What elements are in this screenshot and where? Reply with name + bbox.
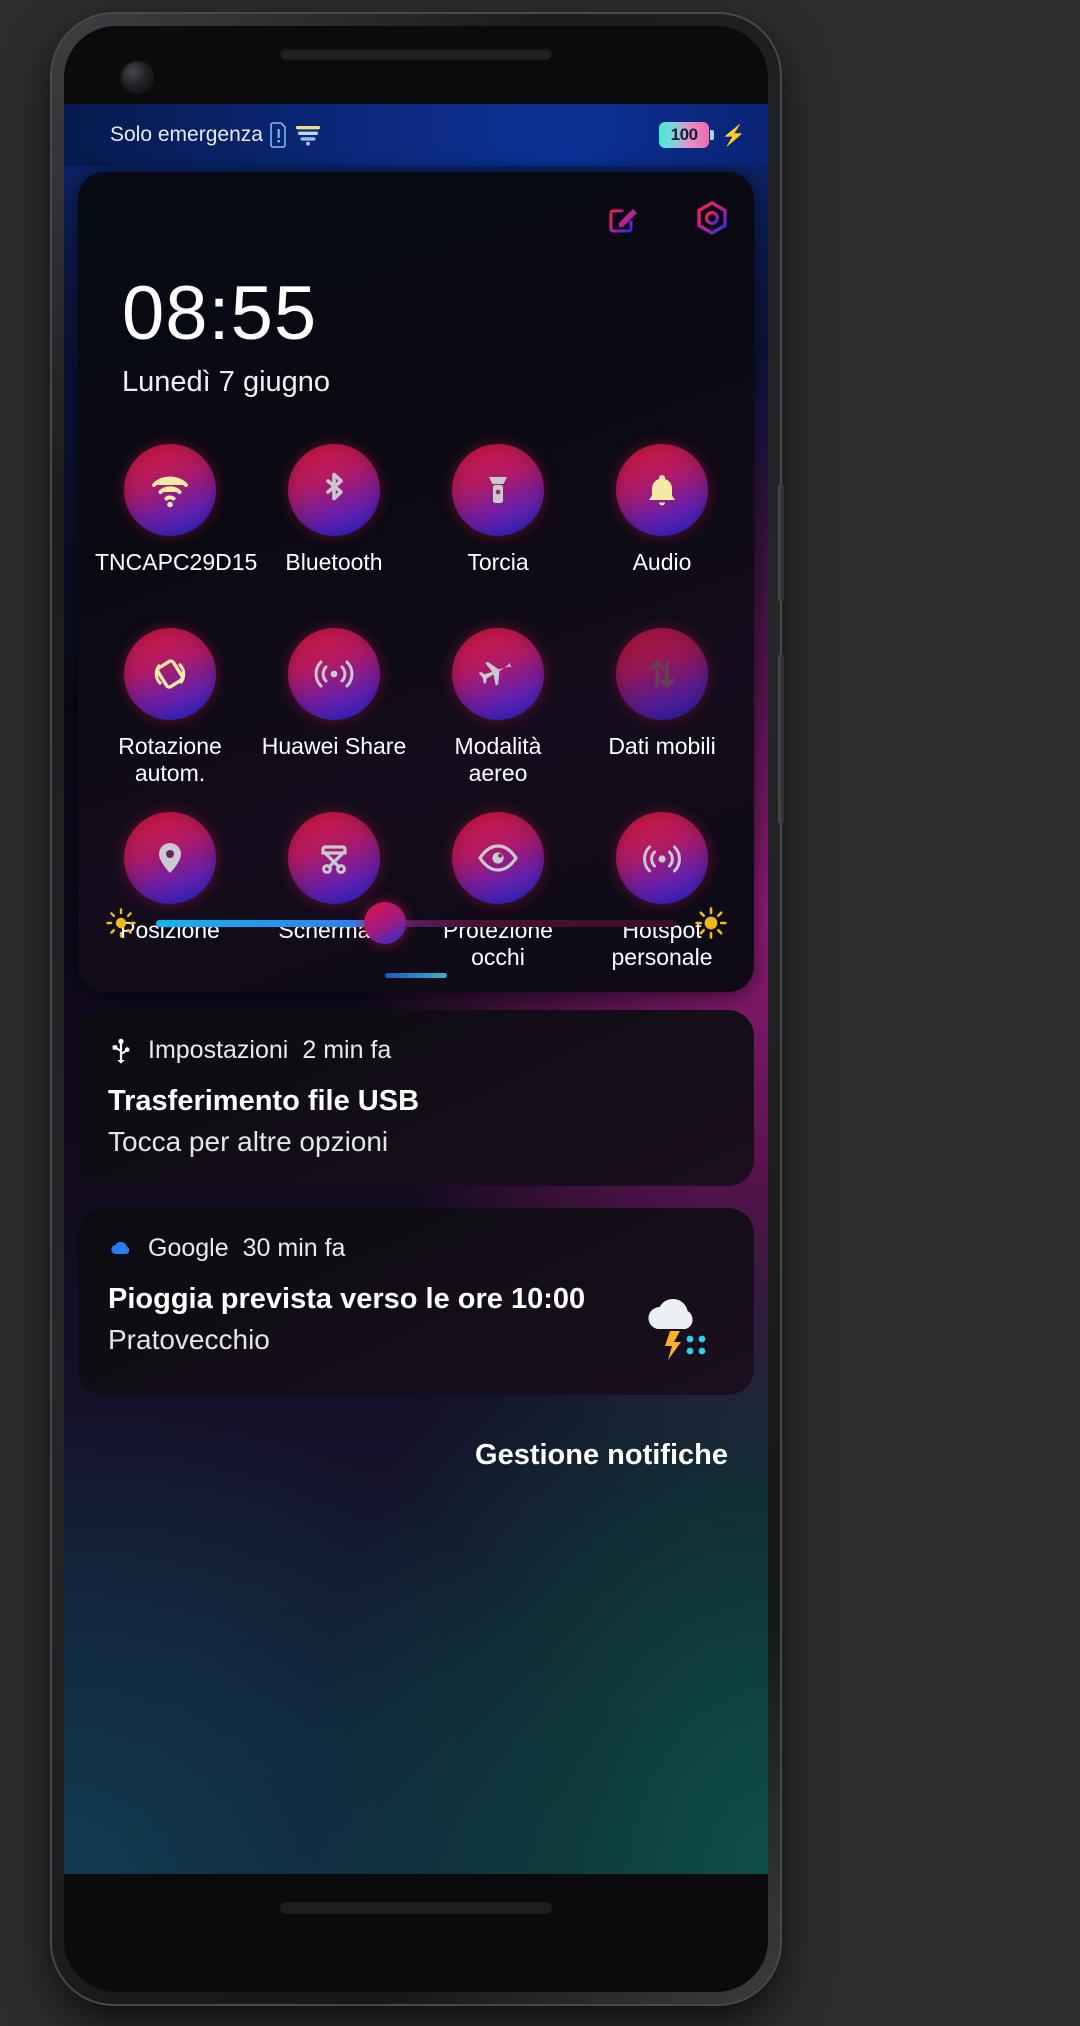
notification-header: Impostazioni 2 min fa — [108, 1036, 724, 1065]
hotspot-icon[interactable] — [616, 812, 708, 904]
volume-button[interactable] — [778, 654, 784, 824]
status-bar-right: 100 ⚡ — [659, 122, 746, 148]
location-pin-icon[interactable] — [124, 812, 216, 904]
toggle-eye-comfort[interactable]: Protezione occhi — [416, 812, 580, 984]
huawei-share-icon[interactable] — [288, 628, 380, 720]
rain-thunder-icon — [632, 1283, 724, 1367]
brightness-high-icon — [694, 906, 728, 940]
notification-card-usb[interactable]: Impostazioni 2 min fa Trasferimento file… — [75, 1007, 757, 1189]
panel-drag-handle[interactable] — [385, 973, 447, 978]
usb-icon — [108, 1038, 134, 1064]
brightness-track[interactable] — [156, 902, 676, 944]
toggle-label: Rotazione autom. — [118, 733, 222, 787]
battery-indicator: 100 — [659, 122, 715, 148]
toggle-label: Bluetooth — [285, 549, 383, 575]
notification-time: 30 min fa — [242, 1234, 346, 1262]
toggle-label: Dati mobili — [608, 733, 716, 759]
screenshot-scissors-icon[interactable] — [288, 812, 380, 904]
lockscreen-clock: 08:55 Lunedì 7 giugno — [122, 276, 330, 399]
notification-list: Impostazioni 2 min fa Trasferimento file… — [75, 1007, 757, 1472]
eye-icon[interactable] — [452, 812, 544, 904]
bell-icon[interactable] — [616, 444, 708, 536]
google-cloud-icon — [108, 1236, 134, 1262]
earpiece-speaker — [280, 48, 552, 60]
toggle-location[interactable]: Posizione — [88, 812, 252, 984]
sim-card-icon — [270, 122, 288, 148]
notification-body: Tocca per altre opzioni — [108, 1126, 389, 1157]
brightness-slider-row[interactable] — [104, 902, 728, 944]
bottom-speaker — [280, 1902, 552, 1914]
brightness-low-icon — [104, 906, 138, 940]
notification-header: Google 30 min fa — [108, 1234, 724, 1263]
status-bar-left: Solo emergenza — [110, 122, 321, 148]
phone-screen: Solo emergenza 100 ⚡ 08:55 Lunedì 7 giug… — [64, 104, 768, 1874]
toggle-huawei-share[interactable]: Huawei Share — [252, 628, 416, 800]
edit-pencil-icon[interactable] — [606, 200, 642, 236]
mobile-data-icon[interactable] — [616, 628, 708, 720]
toggle-auto-rotate[interactable]: Rotazione autom. — [88, 628, 252, 800]
quick-settings-top-icons — [606, 200, 730, 236]
toggle-flashlight[interactable]: Torcia — [416, 444, 580, 616]
toggle-wifi[interactable]: TNCAPC29D15 — [88, 444, 258, 616]
flashlight-icon[interactable] — [452, 444, 544, 536]
notification-title: Trasferimento file USB — [108, 1085, 420, 1117]
status-bar: Solo emergenza 100 ⚡ — [64, 104, 768, 166]
toggle-label: Huawei Share — [261, 733, 407, 759]
power-button[interactable] — [778, 484, 784, 602]
toggle-label: TNCAPC29D15 — [95, 549, 258, 575]
notification-body: Pratovecchio — [108, 1324, 270, 1355]
front-camera-icon — [122, 62, 152, 92]
toggle-hotspot[interactable]: Hotspot personale — [580, 812, 744, 984]
charging-bolt-icon: ⚡ — [721, 124, 746, 147]
manage-notifications-row: Gestione notifiche — [78, 1417, 754, 1472]
brightness-knob[interactable] — [363, 902, 406, 944]
notification-time: 2 min fa — [302, 1036, 392, 1064]
quick-settings-toggle-grid: TNCAPC29D15 Bluetooth Torcia Audio Rotaz… — [88, 444, 744, 984]
notification-title: Pioggia prevista verso le ore 10:00 — [108, 1283, 586, 1315]
clock-date: Lunedì 7 giugno — [122, 366, 331, 398]
signal-bars-icon — [295, 124, 321, 146]
notification-app-name: Google — [148, 1234, 229, 1262]
phone-screen-frame: Solo emergenza 100 ⚡ 08:55 Lunedì 7 giug… — [64, 26, 768, 1992]
toggle-label: Torcia — [467, 549, 529, 575]
phone-device: Solo emergenza 100 ⚡ 08:55 Lunedì 7 giug… — [52, 14, 784, 2004]
bottom-bezel — [64, 1874, 768, 1992]
clock-time: 08:55 — [122, 271, 318, 356]
toggle-audio[interactable]: Audio — [580, 444, 744, 616]
screen-rotation-icon[interactable] — [124, 628, 216, 720]
toggle-bluetooth[interactable]: Bluetooth — [252, 444, 416, 616]
bluetooth-icon[interactable] — [288, 444, 380, 536]
notification-app-name: Impostazioni — [148, 1036, 289, 1064]
wifi-icon[interactable] — [124, 444, 216, 536]
notification-card-weather[interactable]: Google 30 min fa Pioggia prevista verso … — [75, 1205, 757, 1398]
quick-settings-panel: 08:55 Lunedì 7 giugno TNCAPC29D15 Blueto… — [78, 172, 754, 992]
top-bezel — [64, 26, 768, 104]
manage-notifications-button[interactable]: Gestione notifiche — [475, 1439, 728, 1472]
toggle-label: Audio — [632, 549, 692, 575]
toggle-screenshot[interactable]: Schermata — [252, 812, 416, 984]
toggle-label: Modalità aereo — [454, 733, 542, 787]
camera-aperture-icon[interactable] — [694, 200, 730, 236]
carrier-label: Solo emergenza — [110, 123, 263, 146]
battery-percent-label: 100 — [670, 125, 698, 144]
toggle-airplane-mode[interactable]: Modalità aereo — [416, 628, 580, 800]
toggle-mobile-data[interactable]: Dati mobili — [580, 628, 744, 800]
airplane-icon[interactable] — [452, 628, 544, 720]
